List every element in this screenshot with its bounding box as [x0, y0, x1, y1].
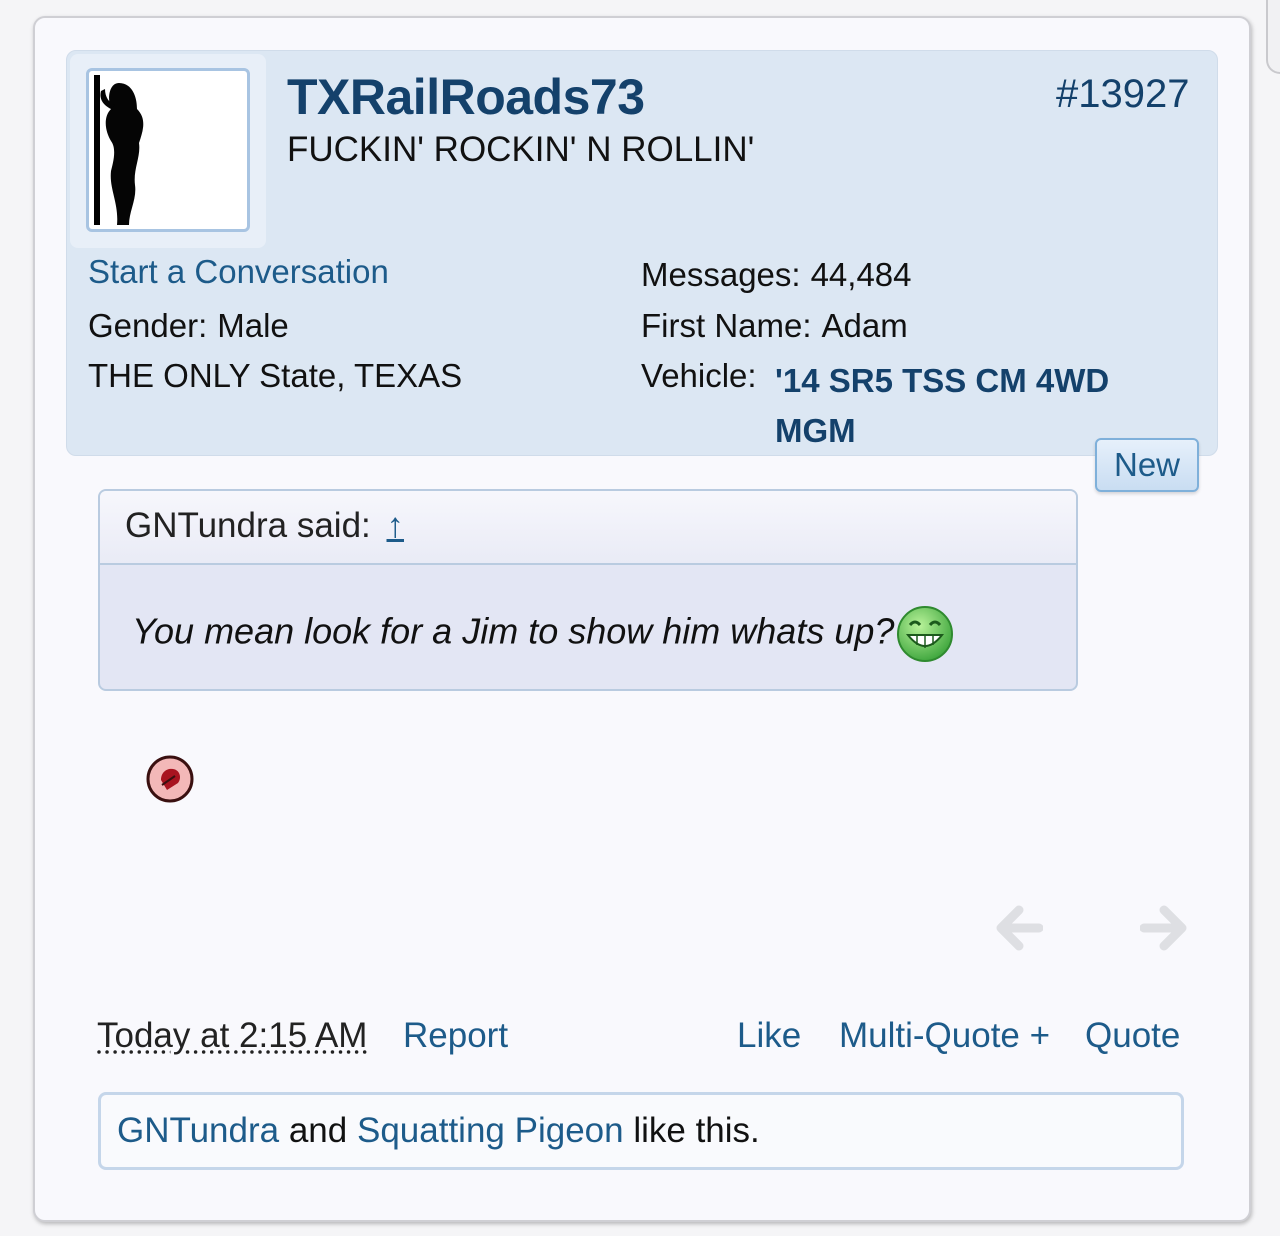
post-timestamp[interactable]: Today at 2:15 AM [97, 1016, 367, 1056]
post-number[interactable]: #13927 [1056, 72, 1189, 117]
start-conversation-link[interactable]: Start a Conversation [88, 253, 389, 291]
quote-text: You mean look for a Jim to show him what… [132, 610, 895, 652]
messages-value: 44,484 [810, 256, 912, 293]
first-name-row: First Name: Adam [641, 307, 908, 345]
multi-quote-link[interactable]: Multi-Quote + [839, 1016, 1050, 1056]
quote-body: You mean look for a Jim to show him what… [100, 565, 1076, 663]
first-name-label: First Name: [641, 307, 812, 344]
grin-smiley-icon [897, 606, 954, 662]
messages-row: Messages: 44,484 [641, 256, 912, 294]
gender-label: Gender: [88, 307, 208, 344]
previous-arrow-icon[interactable] [995, 902, 1043, 954]
likes-summary: GNTundra and Squatting Pigeon like this. [98, 1092, 1184, 1170]
avatar-silhouette-image [94, 75, 144, 225]
gender-value: Male [217, 307, 289, 344]
user-title: FUCKIN' ROCKIN' N ROLLIN' [287, 130, 755, 169]
new-badge[interactable]: New [1095, 438, 1199, 492]
reaction-icon[interactable] [145, 754, 195, 804]
quote-attribution: GNTundra said: [125, 506, 371, 545]
quote-box: GNTundra said: ↑ You mean look for a Jim… [98, 489, 1078, 691]
quote-jump-link[interactable]: ↑ [387, 506, 405, 545]
gender-row: Gender: Male [88, 307, 289, 345]
likes-and: and [288, 1111, 348, 1150]
location: THE ONLY State, TEXAS [88, 357, 463, 394]
username[interactable]: TXRailRoads73 [287, 68, 645, 126]
liker-link-1[interactable]: GNTundra [117, 1111, 279, 1150]
quote-header: GNTundra said: ↑ [100, 491, 1076, 565]
next-arrow-icon[interactable] [1140, 902, 1188, 954]
likes-suffix: like this. [633, 1111, 760, 1150]
messages-label: Messages: [641, 256, 801, 293]
first-name-value: Adam [821, 307, 908, 344]
liker-link-2[interactable]: Squatting Pigeon [357, 1111, 624, 1150]
vehicle-label: Vehicle: [641, 357, 757, 394]
like-link[interactable]: Like [737, 1016, 801, 1056]
quote-link[interactable]: Quote [1085, 1016, 1180, 1056]
report-link[interactable]: Report [403, 1016, 508, 1056]
avatar[interactable] [86, 68, 250, 232]
adjacent-card-edge [1266, 0, 1280, 74]
